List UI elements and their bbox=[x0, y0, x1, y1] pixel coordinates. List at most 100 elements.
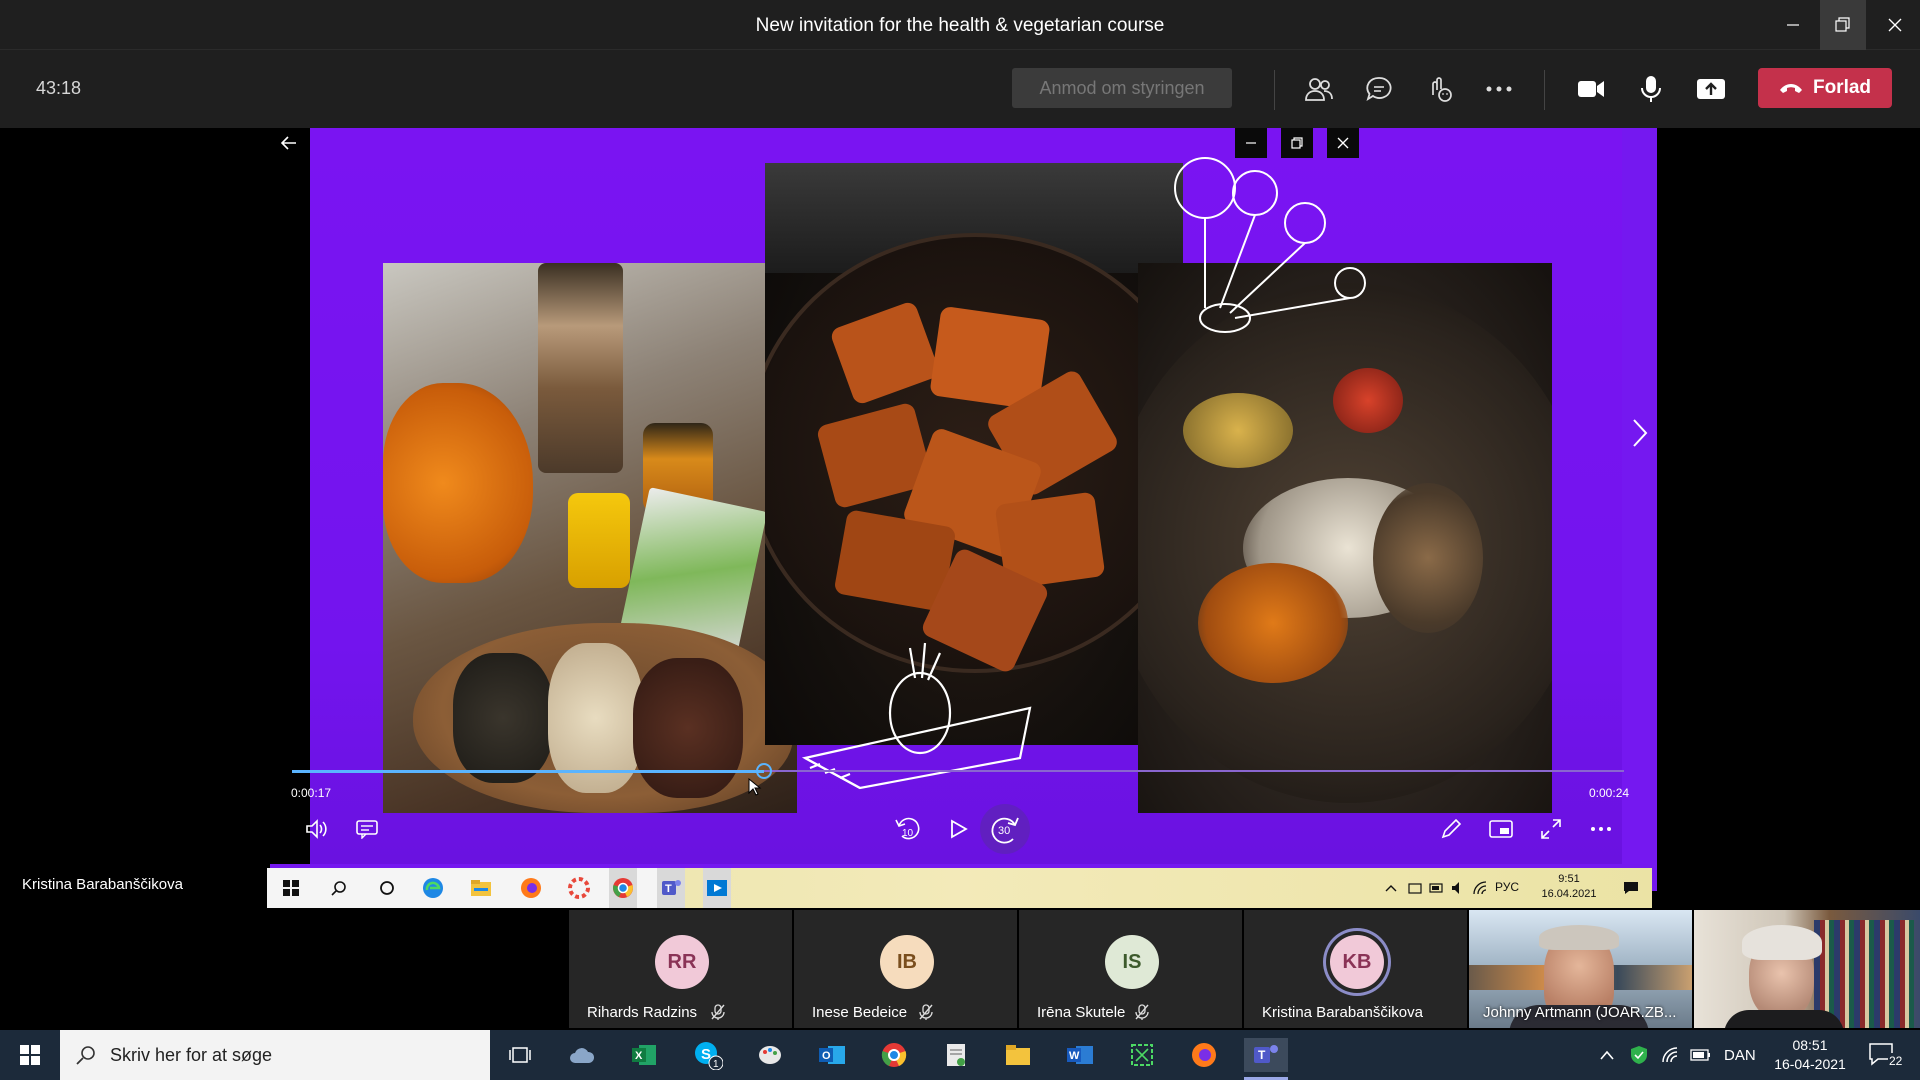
svg-text:T: T bbox=[665, 883, 672, 895]
notepad-icon[interactable] bbox=[934, 1038, 978, 1072]
participant-hair-shape bbox=[1742, 925, 1822, 960]
windows-start-icon bbox=[277, 875, 305, 901]
measuring-spoons-icon bbox=[1174, 157, 1366, 333]
participant-tile-rr[interactable]: RR Rihards Radzins bbox=[569, 910, 792, 1028]
player-progress-handle[interactable] bbox=[756, 763, 772, 779]
photo-ingredients bbox=[383, 263, 797, 813]
taskbar-date: 16-04-2021 bbox=[1774, 1056, 1846, 1072]
yellow-jar-shape bbox=[568, 493, 630, 588]
taskbar-time: 08:51 bbox=[1792, 1037, 1828, 1053]
skip-forward-30-icon[interactable]: 30 bbox=[980, 804, 1030, 854]
svg-text:O: O bbox=[822, 1050, 831, 1062]
divider bbox=[1544, 70, 1545, 110]
turmeric-spice bbox=[1198, 563, 1348, 683]
taskbar-language[interactable]: DAN bbox=[1724, 1030, 1756, 1080]
tray-shield-icon[interactable] bbox=[1630, 1030, 1648, 1080]
fullscreen-icon[interactable] bbox=[1534, 814, 1568, 844]
minimize-icon[interactable] bbox=[1770, 0, 1816, 50]
participant-hair-shape bbox=[1539, 925, 1619, 950]
flax-seeds-shape bbox=[633, 658, 743, 798]
cloud-app-icon[interactable] bbox=[560, 1038, 604, 1072]
mini-player-icon[interactable] bbox=[1484, 814, 1518, 844]
camera-icon[interactable] bbox=[1572, 70, 1610, 108]
slide-left-margin bbox=[270, 128, 310, 864]
carrot-knife-icon bbox=[801, 642, 1032, 790]
skype-icon[interactable]: S1 bbox=[686, 1038, 730, 1072]
meeting-timer: 43:18 bbox=[36, 78, 82, 98]
paint-icon[interactable] bbox=[748, 1038, 792, 1072]
participants-icon[interactable] bbox=[1300, 70, 1338, 108]
taskbar-search-box[interactable]: Skriv her for at søge bbox=[60, 1030, 490, 1080]
captions-icon[interactable] bbox=[350, 814, 384, 844]
share-screen-icon[interactable] bbox=[1692, 70, 1730, 108]
restore-icon[interactable] bbox=[1820, 0, 1866, 50]
cumin-spice bbox=[1373, 483, 1483, 633]
leave-label: Forlad bbox=[1812, 77, 1872, 98]
outlook-icon[interactable]: O bbox=[810, 1038, 854, 1072]
volume-icon[interactable] bbox=[300, 814, 334, 844]
mouse-cursor-icon bbox=[748, 778, 762, 796]
windows-start-icon[interactable] bbox=[0, 1030, 60, 1080]
participant-tile-video-ja[interactable]: Johnny Artmann (JOAR.ZB... bbox=[1469, 910, 1692, 1028]
participant-tile-is[interactable]: IS Irēna Skutele bbox=[1019, 910, 1242, 1028]
player-more-icon[interactable] bbox=[1584, 814, 1618, 844]
svg-text:T: T bbox=[1258, 1048, 1266, 1062]
shared-screen bbox=[270, 128, 1657, 891]
shared-notifications-icon bbox=[1617, 875, 1645, 901]
participant-tile-ib[interactable]: IB Inese Bedeice bbox=[794, 910, 1017, 1028]
task-view-icon[interactable] bbox=[498, 1038, 542, 1072]
photos-app-icon bbox=[703, 868, 731, 908]
mic-off-icon bbox=[919, 1004, 933, 1023]
paprika-spice bbox=[1333, 368, 1403, 433]
pen-icon[interactable] bbox=[1434, 814, 1468, 844]
tray-battery-icon[interactable] bbox=[1690, 1030, 1712, 1080]
shared-taskbar-date: 16.04.2021 bbox=[1541, 888, 1597, 900]
teams-icon[interactable]: T bbox=[1244, 1038, 1288, 1072]
more-options-icon[interactable] bbox=[1480, 70, 1518, 108]
leave-button[interactable]: Forlad bbox=[1758, 68, 1892, 108]
chrome-icon[interactable] bbox=[872, 1038, 916, 1072]
participant-name: Kristina Barabanščikova bbox=[1262, 1004, 1423, 1021]
play-icon[interactable] bbox=[942, 812, 976, 846]
file-explorer-icon[interactable] bbox=[996, 1038, 1040, 1072]
search-icon bbox=[76, 1046, 95, 1065]
shared-taskbar-time: 9:51 bbox=[1558, 873, 1580, 885]
player-progress-fill bbox=[292, 770, 764, 773]
svg-text:1: 1 bbox=[713, 1059, 719, 1070]
participant-tile-video-2[interactable] bbox=[1694, 910, 1920, 1028]
next-slide-icon[interactable] bbox=[1625, 413, 1655, 453]
shared-taskbar-clock: 9:51 16.04.2021 bbox=[1539, 872, 1599, 902]
viewer-restore-icon[interactable] bbox=[1281, 128, 1313, 158]
skip-back-10-icon[interactable]: 10 bbox=[890, 812, 926, 846]
presenter-name-label: Kristina Barabanščikova bbox=[22, 876, 183, 893]
firefox-icon[interactable] bbox=[1182, 1038, 1226, 1072]
notifications-icon[interactable]: 22 bbox=[1868, 1030, 1908, 1080]
back-arrow-icon[interactable] bbox=[276, 128, 302, 158]
participant-name: Irēna Skutele bbox=[1037, 1004, 1126, 1021]
player-total-time: 0:00:24 bbox=[1589, 786, 1630, 800]
teams-icon: T bbox=[657, 868, 685, 908]
svg-text:W: W bbox=[1069, 1050, 1080, 1062]
player-current-time: 0:00:17 bbox=[291, 786, 332, 800]
chat-icon[interactable] bbox=[1360, 70, 1398, 108]
request-control-button[interactable]: Anmod om styringen bbox=[1012, 68, 1232, 108]
tray-wifi-icon[interactable] bbox=[1662, 1030, 1680, 1080]
excel-icon[interactable]: X bbox=[622, 1038, 666, 1072]
snipping-tool-icon[interactable] bbox=[1120, 1038, 1164, 1072]
taskbar-clock[interactable]: 08:51 16-04-2021 bbox=[1768, 1036, 1852, 1074]
close-icon[interactable] bbox=[1872, 0, 1918, 50]
participant-name: Inese Bedeice bbox=[812, 1004, 908, 1021]
tray-chevron-icon[interactable] bbox=[1600, 1030, 1614, 1080]
participant-body-shape bbox=[1724, 1010, 1844, 1028]
microphone-icon[interactable] bbox=[1632, 70, 1670, 108]
word-icon[interactable]: W bbox=[1058, 1038, 1102, 1072]
taskbar-search-placeholder: Skriv her for at søge bbox=[110, 1045, 273, 1065]
reactions-icon[interactable] bbox=[1420, 70, 1458, 108]
viewer-close-icon[interactable] bbox=[1327, 128, 1359, 158]
svg-text:22: 22 bbox=[1889, 1054, 1903, 1068]
viewer-minimize-icon[interactable] bbox=[1235, 128, 1267, 158]
window-titlebar: New invitation for the health & vegetari… bbox=[0, 0, 1920, 50]
participant-tile-kb[interactable]: KB Kristina Barabanščikova bbox=[1244, 910, 1467, 1028]
spice-jar-shape bbox=[538, 263, 623, 473]
divider bbox=[1274, 70, 1275, 110]
